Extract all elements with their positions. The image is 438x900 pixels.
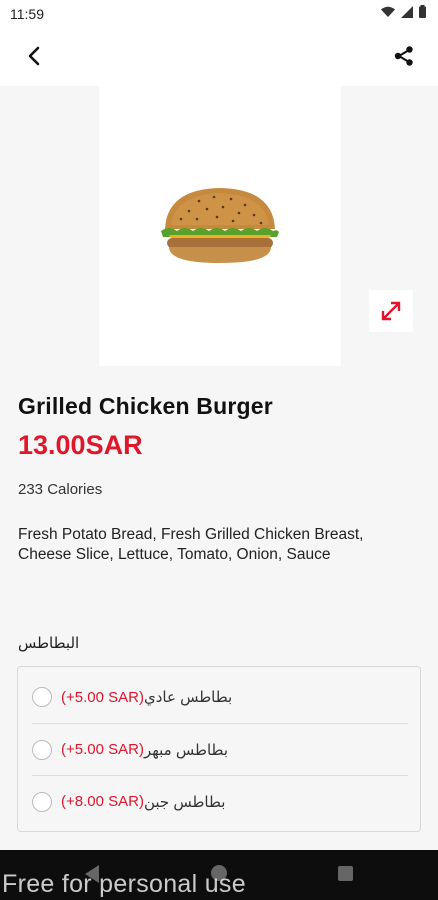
status-time: 11:59 (10, 6, 44, 22)
burger-image (161, 188, 279, 263)
product-image-card (99, 86, 341, 366)
product-description: Fresh Potato Bread, Fresh Grilled Chicke… (18, 526, 364, 563)
battery-icon (419, 5, 426, 18)
status-bar: 11:59 (0, 0, 438, 28)
product-calories: 233 Calories (18, 481, 103, 498)
radio-button[interactable] (32, 739, 52, 760)
share-icon (394, 46, 413, 66)
radio-button[interactable] (32, 791, 52, 812)
nav-recent-apps-icon[interactable] (338, 866, 353, 881)
option-price: (+8.00 SAR) (61, 793, 144, 810)
expand-icon (381, 301, 401, 321)
option-item[interactable]: (+5.00 SAR) بطاطس عادي (32, 671, 408, 723)
option-item[interactable]: (+8.00 SAR) بطاطس جبن (32, 775, 408, 827)
signal-icon (401, 5, 413, 18)
chevron-left-icon (28, 46, 40, 66)
option-group-title: البطاطس (18, 635, 80, 652)
status-icons (381, 5, 426, 18)
product-name: Grilled Chicken Burger (18, 393, 273, 419)
options-list: (+5.00 SAR) بطاطس عادي (+5.00 SAR) بطاطس… (17, 666, 421, 832)
option-label: بطاطس جبن (143, 793, 226, 811)
watermark-text: Free for personal use (2, 870, 246, 898)
wifi-icon (381, 6, 395, 17)
app-bar (0, 28, 438, 86)
back-button[interactable] (20, 42, 48, 70)
option-label: بطاطس عادي (143, 689, 233, 706)
option-item[interactable]: (+5.00 SAR) بطاطس مبهر (32, 723, 408, 775)
option-price: (+5.00 SAR) (61, 688, 144, 706)
option-label: بطاطس مبهر (143, 741, 228, 759)
product-price: 13.00SAR (18, 430, 143, 460)
option-price: (+5.00 SAR) (61, 741, 144, 758)
radio-button[interactable] (32, 687, 52, 707)
expand-image-button[interactable] (369, 290, 413, 332)
share-button[interactable] (390, 42, 418, 70)
